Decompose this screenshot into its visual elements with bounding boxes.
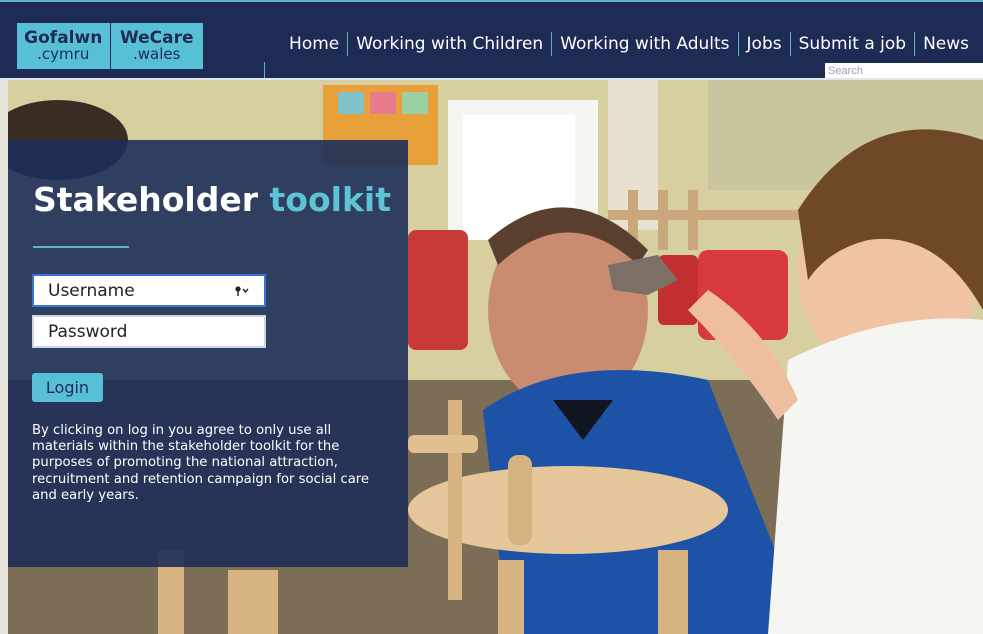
nav-working-with-children[interactable]: Working with Children [347, 32, 551, 56]
site-logo[interactable]: Gofalwn .cymru WeCare .wales [17, 23, 203, 69]
nav-working-with-adults[interactable]: Working with Adults [551, 32, 737, 56]
search-input[interactable] [825, 63, 983, 79]
nav-news[interactable]: News [914, 32, 977, 56]
nav-home[interactable]: Home [281, 32, 347, 56]
title-accent: toolkit [269, 180, 391, 219]
title-main: Stakeholder [33, 180, 259, 219]
key-icon[interactable] [234, 284, 250, 296]
username-field[interactable] [32, 274, 266, 307]
logo-wecare-sub: .wales [133, 45, 181, 63]
page-title: Stakeholder toolkit [33, 180, 391, 219]
login-button[interactable]: Login [32, 373, 103, 402]
logo-wecare: WeCare .wales [109, 23, 204, 69]
password-field[interactable] [32, 315, 266, 348]
hero-left-edge [0, 80, 8, 634]
site-header: Gofalwn .cymru WeCare .wales Home Workin… [0, 0, 983, 80]
nav-jobs[interactable]: Jobs [737, 32, 790, 56]
main-nav: Home Working with Children Working with … [281, 32, 977, 56]
logo-gofalwn: Gofalwn .cymru [17, 23, 110, 69]
logo-gofalwn-sub: .cymru [37, 45, 90, 63]
login-disclaimer: By clicking on log in you agree to only … [32, 423, 370, 503]
login-panel: Stakeholder toolkit Login By clicking on… [8, 140, 408, 567]
nav-submit-a-job[interactable]: Submit a job [789, 32, 914, 56]
title-underline [33, 246, 129, 248]
